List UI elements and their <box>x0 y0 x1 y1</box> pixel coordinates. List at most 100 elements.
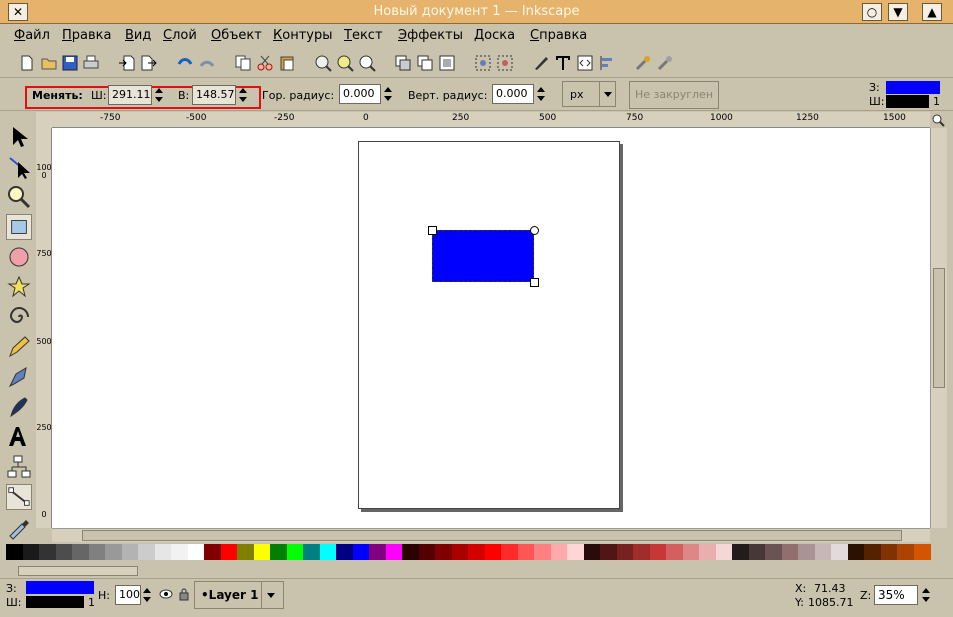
ry-spinner[interactable] <box>537 85 545 103</box>
palette-swatch[interactable] <box>501 544 518 560</box>
rectangle-tool-icon[interactable] <box>6 214 32 240</box>
rx-input[interactable]: 0.000 <box>339 84 381 104</box>
menu-edit[interactable]: Правка <box>62 28 111 43</box>
palette-swatch[interactable] <box>154 544 172 560</box>
palette-swatch[interactable] <box>748 544 766 560</box>
palette-swatch[interactable] <box>765 544 782 560</box>
node-tool-icon[interactable] <box>6 154 32 180</box>
menu-file[interactable]: Файл <box>14 28 50 43</box>
palette-scrollbar[interactable] <box>0 564 953 578</box>
palette-swatch[interactable] <box>567 544 584 560</box>
pen-tool-icon[interactable] <box>6 364 32 390</box>
clone-icon[interactable] <box>416 54 434 72</box>
horizontal-scroll-thumb[interactable] <box>82 530 902 541</box>
menu-whiteboard[interactable]: Доска <box>474 28 515 43</box>
palette-swatch[interactable] <box>732 544 749 560</box>
palette-swatch[interactable] <box>534 544 551 560</box>
palette-swatch[interactable] <box>55 544 73 560</box>
palette-swatch[interactable] <box>121 544 139 560</box>
shade-button[interactable]: ▼ <box>888 3 908 21</box>
paste-icon[interactable] <box>278 54 296 72</box>
palette-swatch[interactable] <box>781 544 799 560</box>
new-document-icon[interactable] <box>18 54 36 72</box>
ry-input[interactable]: 0.000 <box>492 84 534 104</box>
menu-text[interactable]: Текст <box>344 28 383 43</box>
menu-object[interactable]: Объект <box>211 28 262 43</box>
menu-help[interactable]: Справка <box>530 28 587 43</box>
minimize-button[interactable]: ○ <box>862 3 882 21</box>
palette-swatch[interactable] <box>22 544 40 560</box>
palette-swatch[interactable] <box>286 544 304 560</box>
text-tool-icon[interactable] <box>6 424 32 450</box>
palette-swatch[interactable] <box>88 544 106 560</box>
align-distribute-icon[interactable] <box>598 54 616 72</box>
preferences-icon[interactable] <box>634 54 652 72</box>
status-fill-swatch[interactable] <box>26 581 94 594</box>
lock-icon[interactable] <box>178 587 190 601</box>
import-icon[interactable] <box>118 54 136 72</box>
unit-select[interactable]: px <box>562 81 616 107</box>
palette-swatch[interactable] <box>583 544 601 560</box>
zoom-input[interactable]: 35% <box>874 585 918 605</box>
palette-swatch[interactable] <box>385 544 403 560</box>
not-rounded-button[interactable]: Не закруглен <box>629 81 719 109</box>
palette-swatch[interactable] <box>270 544 287 560</box>
palette-swatch[interactable] <box>847 544 865 560</box>
palette-swatch[interactable] <box>913 544 931 560</box>
visibility-eye-icon[interactable] <box>159 588 173 600</box>
palette-swatch[interactable] <box>468 544 485 560</box>
export-icon[interactable] <box>140 54 158 72</box>
palette-swatch[interactable] <box>666 544 683 560</box>
ungroup-icon[interactable] <box>496 54 514 72</box>
height-input[interactable]: 148.57 <box>192 85 236 105</box>
palette-swatch[interactable] <box>138 544 155 560</box>
palette-swatch[interactable] <box>187 544 205 560</box>
document-properties-icon[interactable] <box>656 54 674 72</box>
palette-swatch[interactable] <box>616 544 634 560</box>
palette-swatch[interactable] <box>715 544 733 560</box>
palette-swatch[interactable] <box>369 544 386 560</box>
width-input[interactable]: 291.11 <box>108 85 152 105</box>
rx-spinner[interactable] <box>384 85 392 103</box>
zoom-corner-icon[interactable] <box>931 113 945 127</box>
palette-swatch[interactable] <box>451 544 469 560</box>
menu-effects[interactable]: Эффекты <box>398 28 463 43</box>
palette-swatch[interactable] <box>814 544 832 560</box>
zoom-drawing-icon[interactable] <box>336 54 354 72</box>
palette-swatch[interactable] <box>319 544 337 560</box>
calligraphy-tool-icon[interactable] <box>6 394 32 420</box>
save-icon[interactable] <box>61 54 79 72</box>
spiral-tool-icon[interactable] <box>6 304 32 330</box>
selector-tool-icon[interactable] <box>6 124 32 150</box>
ellipse-tool-icon[interactable] <box>6 244 32 270</box>
cut-icon[interactable] <box>256 54 274 72</box>
pencil-tool-icon[interactable] <box>6 334 32 360</box>
connector-tool-icon[interactable] <box>6 454 32 480</box>
palette-swatch[interactable] <box>303 544 320 560</box>
palette-swatch[interactable] <box>831 544 848 560</box>
palette-scroll-thumb[interactable] <box>18 566 138 576</box>
palette-swatch[interactable] <box>682 544 700 560</box>
palette-swatch[interactable] <box>237 544 254 560</box>
palette-swatch[interactable] <box>418 544 436 560</box>
gradient-tool-icon[interactable] <box>6 484 32 510</box>
vertical-scrollbar[interactable] <box>930 128 947 528</box>
palette-swatch[interactable] <box>171 544 188 560</box>
palette-swatch[interactable] <box>550 544 568 560</box>
palette-swatch[interactable] <box>798 544 815 560</box>
layer-select[interactable]: •Layer 1 <box>194 581 284 609</box>
palette-swatch[interactable] <box>435 544 452 560</box>
zoom-selection-icon[interactable] <box>314 54 332 72</box>
copy-icon[interactable] <box>234 54 252 72</box>
stroke-swatch[interactable] <box>886 95 929 108</box>
palette-swatch[interactable] <box>864 544 881 560</box>
zoom-page-icon[interactable] <box>358 54 376 72</box>
menu-view[interactable]: Вид <box>125 28 151 43</box>
vertical-scroll-thumb[interactable] <box>933 268 945 388</box>
palette-swatch[interactable] <box>220 544 238 560</box>
palette-swatch[interactable] <box>880 544 898 560</box>
zoom-tool-icon[interactable] <box>6 184 32 210</box>
palette-swatch[interactable] <box>600 544 617 560</box>
palette-swatch[interactable] <box>402 544 419 560</box>
resize-handle[interactable] <box>428 226 437 235</box>
